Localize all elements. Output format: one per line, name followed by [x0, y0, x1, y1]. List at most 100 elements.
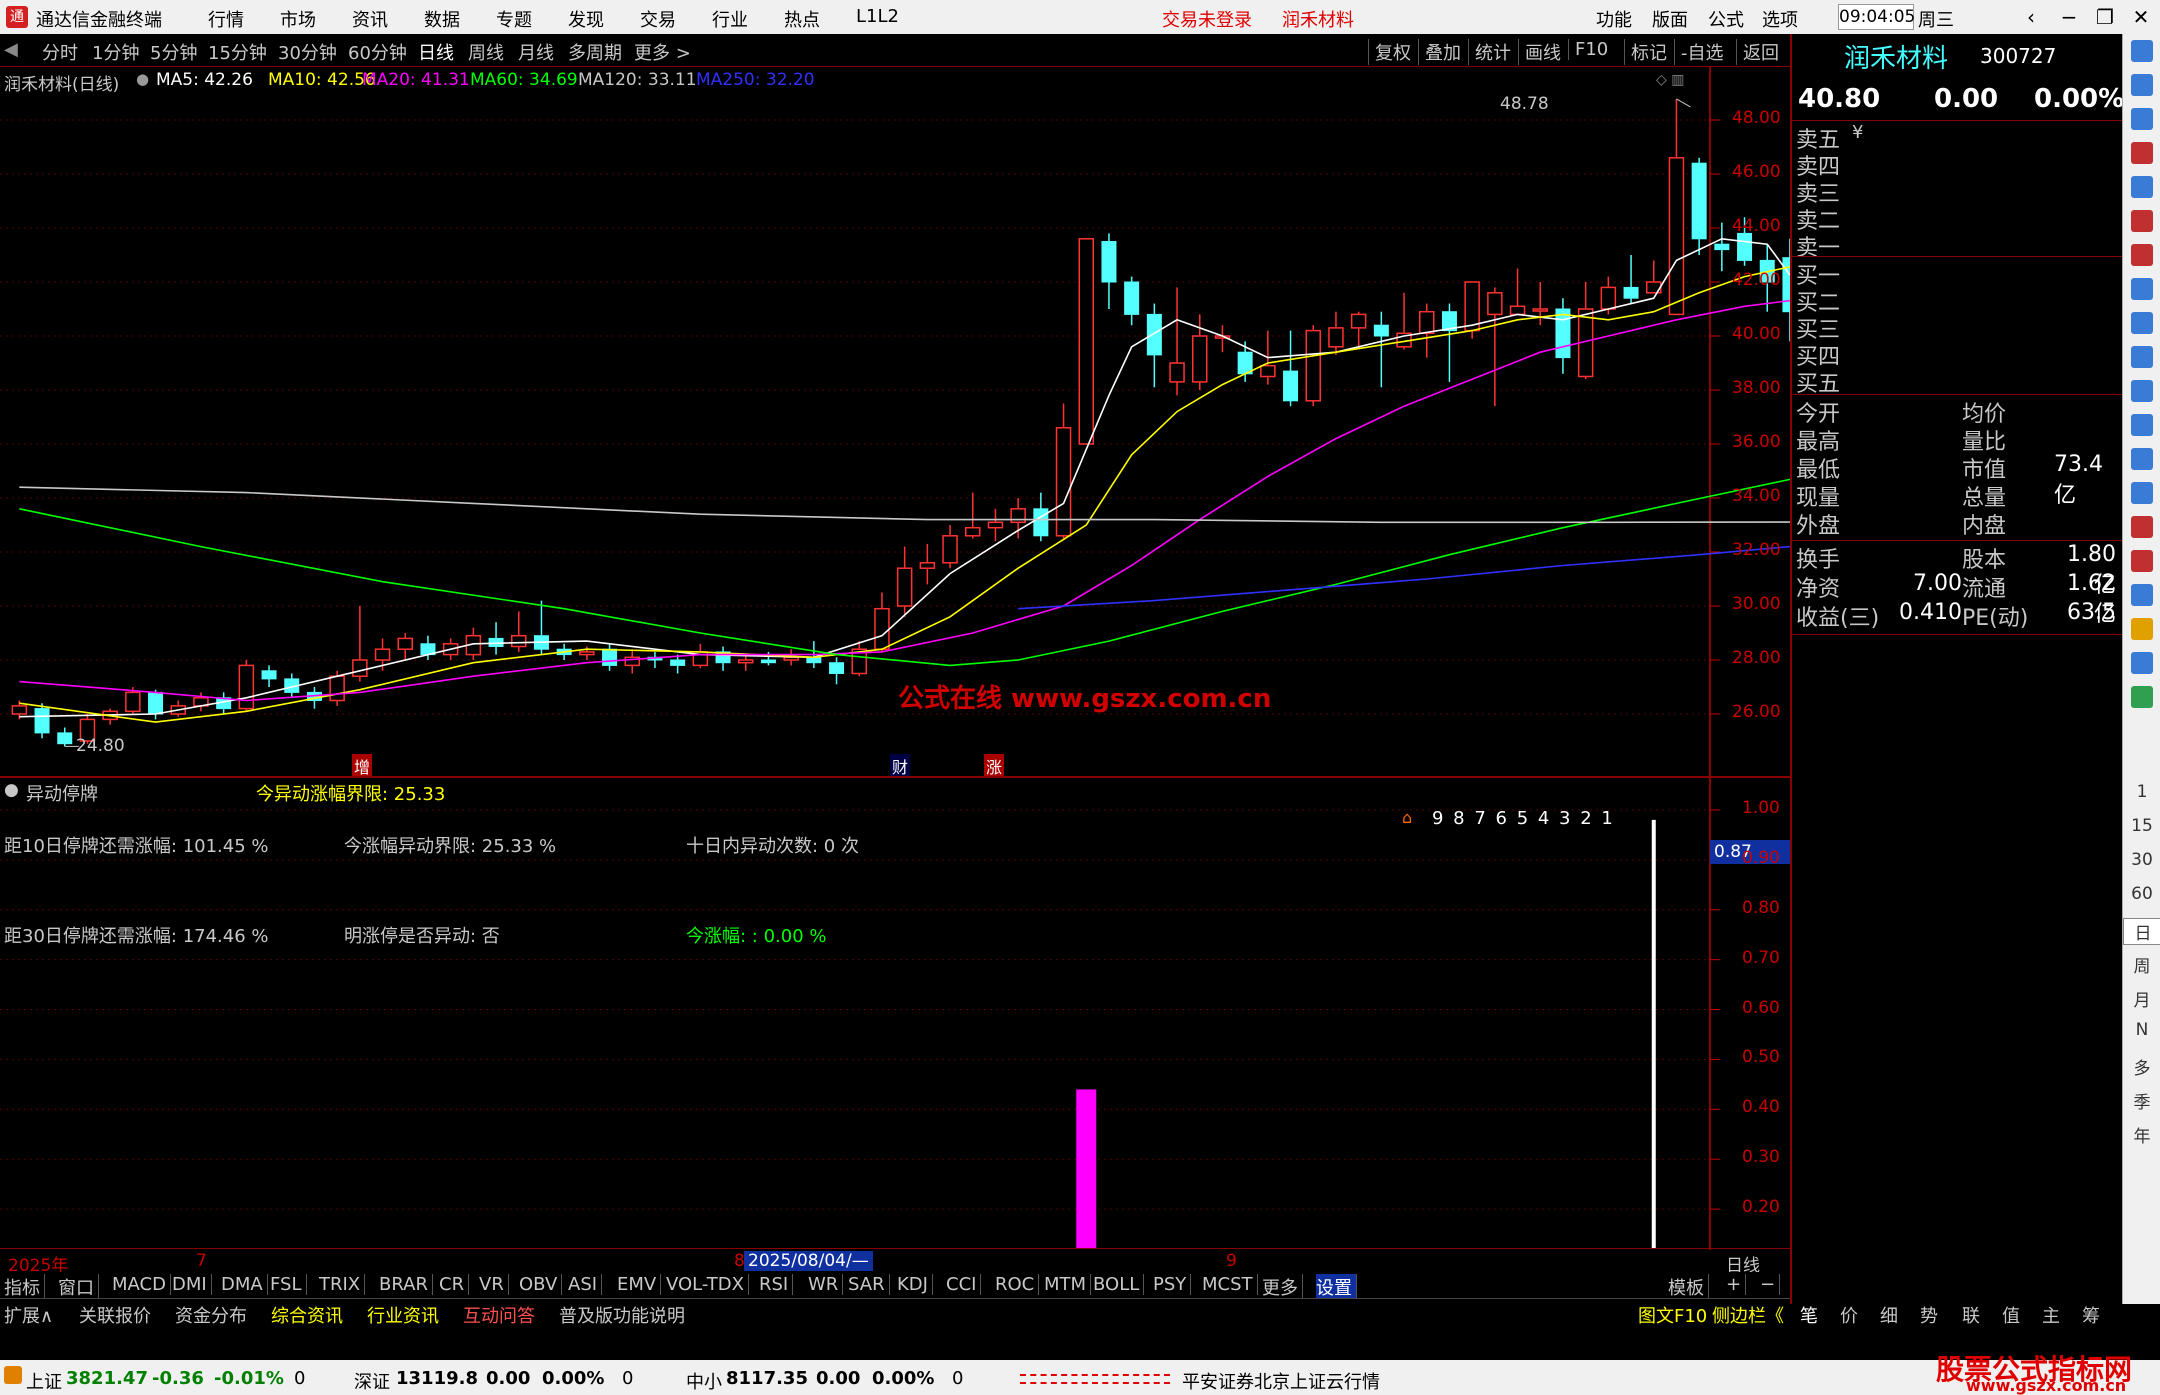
tab-30min[interactable]: 30分钟	[278, 39, 337, 65]
candle[interactable]	[148, 689, 164, 720]
candle[interactable]	[602, 643, 618, 671]
side-period-2[interactable]: 30	[2123, 850, 2160, 870]
indicator-tab[interactable]: DMA	[221, 1274, 268, 1295]
screen-icon[interactable]	[2131, 686, 2153, 708]
side-panel-tab[interactable]: 图文F10	[1638, 1302, 1707, 1328]
indicator-tab[interactable]: EMV	[617, 1274, 662, 1295]
event-marker-increase[interactable]: 增	[352, 754, 373, 778]
candle[interactable]	[874, 592, 890, 652]
indicator-tab[interactable]: ROC	[995, 1274, 1040, 1295]
side-period-8[interactable]: 多	[2123, 1054, 2160, 1079]
candle[interactable]	[1078, 238, 1094, 445]
tab-weekly[interactable]: 周线	[468, 39, 504, 65]
kline-chart[interactable]: 润禾材料(日线) ● MA5: 42.26 MA10: 42.56 MA20: …	[0, 66, 1790, 778]
candle[interactable]	[1305, 325, 1321, 407]
market-icon[interactable]	[4, 1366, 22, 1384]
indicator-tab[interactable]: FSL	[270, 1274, 307, 1295]
indicator-tab[interactable]: VR	[479, 1274, 509, 1295]
tab-multi-period[interactable]: 多周期	[568, 39, 622, 65]
tool-return[interactable]: 返回	[1736, 39, 1779, 65]
sz-name[interactable]: 深证	[354, 1368, 390, 1394]
candle[interactable]	[57, 727, 73, 747]
menu-l1l2[interactable]: L1L2	[856, 6, 899, 27]
menu-trade[interactable]: 交易	[640, 6, 676, 32]
candle[interactable]	[1169, 287, 1185, 396]
kline-svg[interactable]	[0, 66, 1790, 776]
restore-icon[interactable]: ❐	[2090, 4, 2120, 30]
template-control[interactable]: +	[1726, 1274, 1747, 1295]
candle[interactable]	[533, 600, 549, 655]
indicator-tab[interactable]: OBV	[519, 1274, 563, 1295]
candle[interactable]	[896, 546, 913, 617]
tab-15min[interactable]: 15分钟	[208, 39, 267, 65]
chart-icon[interactable]	[2131, 516, 2153, 538]
candle[interactable]	[670, 654, 686, 674]
candle[interactable]	[397, 633, 413, 660]
bottom-tab[interactable]: 资金分布	[175, 1302, 247, 1328]
menu-topics[interactable]: 专题	[496, 6, 532, 32]
candle[interactable]	[1146, 303, 1162, 388]
indicator-tab[interactable]: PSY	[1153, 1274, 1192, 1295]
tab-intraday[interactable]: 分时	[42, 39, 78, 65]
menu-quotes[interactable]: 行情	[208, 6, 244, 32]
side-panel-tab[interactable]: 价	[1840, 1302, 1858, 1328]
candle[interactable]	[1283, 330, 1299, 407]
bottom-tab[interactable]: 互动问答	[463, 1302, 535, 1328]
candle[interactable]	[1555, 298, 1571, 374]
candle[interactable]	[738, 654, 754, 671]
indicator-tab[interactable]: CCI	[946, 1274, 982, 1295]
menu-data[interactable]: 数据	[424, 6, 460, 32]
side-period-6[interactable]: 月	[2123, 986, 2160, 1011]
report-icon[interactable]	[2131, 278, 2153, 300]
news-icon[interactable]	[2131, 346, 2153, 368]
candle[interactable]	[1419, 303, 1435, 358]
indicator-svg[interactable]	[0, 778, 1790, 1250]
collapse-icon[interactable]	[2131, 40, 2153, 62]
candle[interactable]	[965, 492, 981, 539]
indicator-tab[interactable]: BOLL	[1093, 1274, 1145, 1295]
menu-hot[interactable]: 热点	[784, 6, 820, 32]
indicator-tab[interactable]: 窗口	[58, 1274, 99, 1300]
candle[interactable]	[1646, 260, 1662, 294]
candle[interactable]	[1509, 268, 1526, 316]
bottom-tab[interactable]: 扩展∧	[4, 1302, 53, 1328]
indicator-tab[interactable]: 更多	[1262, 1274, 1303, 1300]
tab-more[interactable]: 更多 >	[634, 39, 691, 65]
rsi-icon[interactable]	[2131, 550, 2153, 572]
side-panel-tab[interactable]: 笔	[1800, 1302, 1818, 1328]
indicator-toggle-icon[interactable]: ●	[4, 780, 19, 800]
side-panel-tab[interactable]: 细	[1880, 1302, 1898, 1328]
side-period-4[interactable]: 日	[2123, 918, 2160, 945]
close-icon[interactable]: ✕	[2126, 4, 2156, 30]
template-control[interactable]: 模板	[1668, 1274, 1709, 1300]
candle[interactable]	[1691, 157, 1707, 255]
tool-f10[interactable]: F10	[1568, 39, 1608, 60]
bottom-tab[interactable]: 综合资讯	[271, 1302, 343, 1328]
bottom-tab[interactable]: 行业资讯	[367, 1302, 439, 1328]
side-period-0[interactable]: 1	[2123, 782, 2160, 802]
menu-formula[interactable]: 公式	[1708, 6, 1744, 32]
indicator-tab[interactable]: 设置	[1316, 1274, 1357, 1300]
zx-name[interactable]: 中小	[686, 1368, 722, 1394]
tool-watchlist[interactable]: -自选	[1674, 39, 1724, 65]
sh-name[interactable]: 上证	[26, 1368, 62, 1394]
candle[interactable]	[715, 646, 731, 671]
indicator-tab[interactable]: KDJ	[897, 1274, 933, 1295]
candle[interactable]	[1101, 233, 1117, 309]
trend-icon[interactable]	[2131, 210, 2153, 232]
indicator-tab[interactable]: MCST	[1202, 1274, 1258, 1295]
tool-stats[interactable]: 统计	[1468, 39, 1511, 65]
menu-industry[interactable]: 行业	[712, 6, 748, 32]
bottom-tab[interactable]: 关联报价	[79, 1302, 151, 1328]
side-period-1[interactable]: 15	[2123, 816, 2160, 836]
candle[interactable]	[1577, 282, 1594, 380]
event-marker-finance[interactable]: 财	[890, 754, 911, 778]
candle[interactable]	[261, 665, 277, 687]
tab-daily[interactable]: 日线	[418, 39, 454, 65]
tab-5min[interactable]: 5分钟	[150, 39, 197, 65]
pen-icon[interactable]	[2131, 618, 2153, 640]
indicator-tab[interactable]: MACD	[112, 1274, 171, 1295]
ma-toggle-icon[interactable]: ●	[136, 70, 149, 88]
indicator-tab[interactable]: 指标	[4, 1274, 45, 1300]
tool-adjust[interactable]: 复权	[1368, 39, 1411, 65]
